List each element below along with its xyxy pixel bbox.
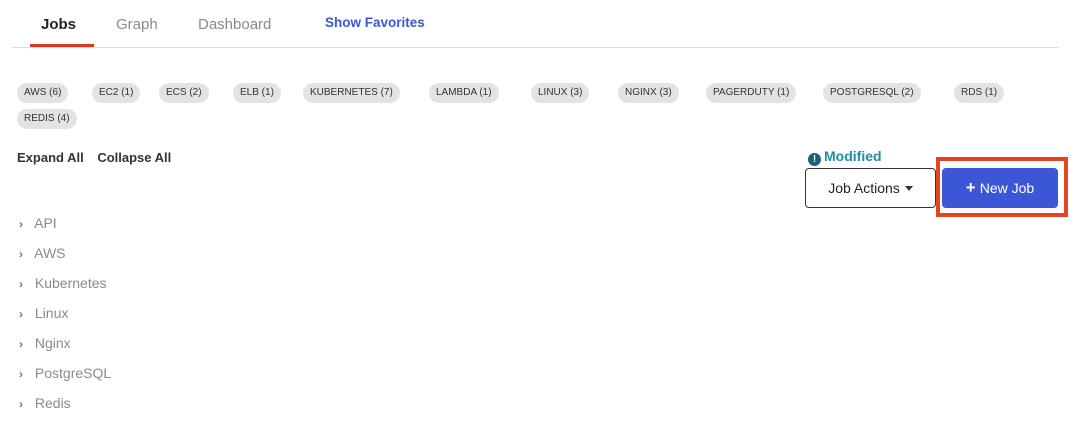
tree-item-label: Nginx <box>34 335 71 351</box>
tag-lambda[interactable]: LAMBDA (1) <box>429 83 499 103</box>
tag-elb[interactable]: ELB (1) <box>233 83 281 103</box>
new-job-button[interactable]: + New Job <box>942 168 1058 208</box>
tab-graph[interactable]: Graph <box>116 16 158 33</box>
chevron-right-icon: › <box>19 277 23 291</box>
tag-ecs[interactable]: ECS (2) <box>159 83 209 103</box>
tag-linux[interactable]: LINUX (3) <box>531 83 590 103</box>
chevron-right-icon: › <box>19 307 23 321</box>
tree-item-linux[interactable]: › Linux <box>19 304 111 334</box>
chevron-right-icon: › <box>19 247 23 261</box>
tag-redis[interactable]: REDIS (4) <box>17 109 77 129</box>
tree-item-label: Kubernetes <box>34 275 107 291</box>
tree-item-label: Redis <box>34 395 71 411</box>
tree-item-redis[interactable]: › Redis <box>19 394 111 423</box>
expand-all-link[interactable]: Expand All <box>17 150 84 165</box>
chevron-right-icon: › <box>19 367 23 381</box>
tree-item-label: API <box>34 215 57 231</box>
chevron-right-icon: › <box>19 397 23 411</box>
active-tab-underline <box>30 44 94 47</box>
tree-item-label: AWS <box>34 245 66 261</box>
job-actions-dropdown[interactable]: Job Actions <box>805 168 936 208</box>
tag-kubernetes[interactable]: KUBERNETES (7) <box>303 83 400 103</box>
tree-item-nginx[interactable]: › Nginx <box>19 334 111 364</box>
caret-down-icon <box>904 186 913 191</box>
plus-icon: + <box>965 178 976 197</box>
new-job-label: New Job <box>979 180 1035 196</box>
tag-nginx[interactable]: NGINX (3) <box>618 83 679 103</box>
modified-indicator: ! Modified <box>808 148 882 166</box>
chevron-right-icon: › <box>19 337 23 351</box>
info-icon: ! <box>808 153 821 166</box>
tag-aws[interactable]: AWS (6) <box>17 83 69 103</box>
tree-item-kubernetes[interactable]: › Kubernetes <box>19 274 111 304</box>
tab-jobs[interactable]: Jobs <box>41 16 76 33</box>
show-favorites-link[interactable]: Show Favorites <box>325 15 425 30</box>
chevron-right-icon: › <box>19 217 23 231</box>
tree-item-label: Linux <box>34 305 69 321</box>
collapse-all-link[interactable]: Collapse All <box>97 150 171 165</box>
job-group-tree: › API › AWS › Kubernetes › Linux › Nginx… <box>19 214 111 423</box>
tab-dashboard[interactable]: Dashboard <box>198 16 271 33</box>
tag-rds[interactable]: RDS (1) <box>954 83 1005 103</box>
expand-collapse-controls: Expand All Collapse All <box>17 150 181 165</box>
tree-item-postgresql[interactable]: › PostgreSQL <box>19 364 111 394</box>
tree-item-label: PostgreSQL <box>34 365 112 381</box>
tag-postgresql[interactable]: POSTGRESQL (2) <box>823 83 921 103</box>
tag-ec2[interactable]: EC2 (1) <box>92 83 141 103</box>
tree-item-api[interactable]: › API <box>19 214 111 244</box>
job-actions-label: Job Actions <box>828 180 900 196</box>
modified-label: Modified <box>824 148 882 164</box>
tree-item-aws[interactable]: › AWS <box>19 244 111 274</box>
nav-tabs: Jobs Graph Dashboard Show Favorites <box>12 0 1059 48</box>
tag-pagerduty[interactable]: PAGERDUTY (1) <box>706 83 797 103</box>
